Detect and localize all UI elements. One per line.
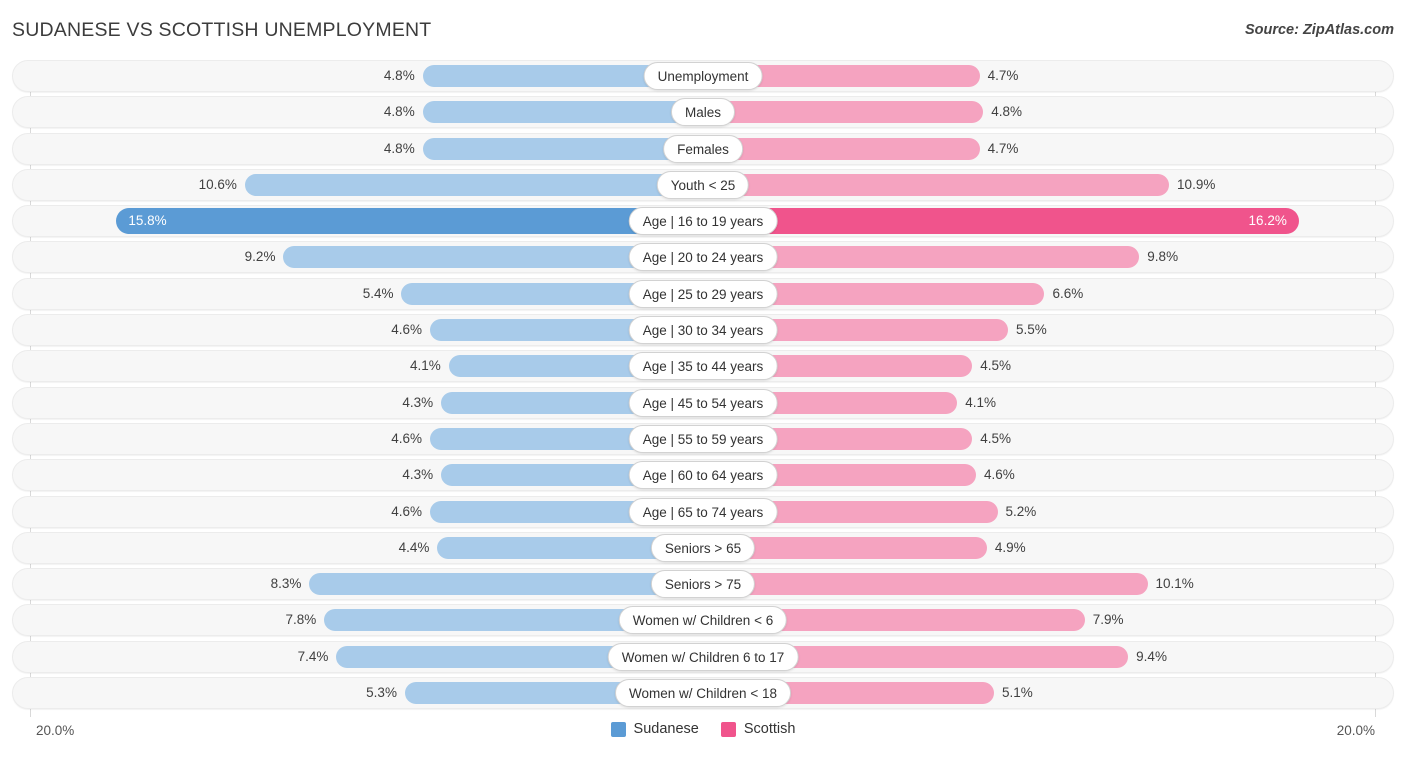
bar-sudanese bbox=[244, 173, 703, 196]
chart-row[interactable]: 7.4% 9.4% Women w/ Children 6 to 17 bbox=[0, 640, 1406, 673]
value-label-scottish: 5.5% bbox=[1015, 322, 1047, 338]
legend-swatch-icon bbox=[610, 721, 626, 737]
value-label-sudanese: 4.3% bbox=[402, 394, 434, 410]
bar-sudanese bbox=[422, 137, 703, 160]
category-label[interactable]: Women w/ Children < 18 bbox=[615, 679, 791, 708]
category-label[interactable]: Females bbox=[663, 134, 743, 163]
category-label[interactable]: Age | 30 to 34 years bbox=[628, 316, 778, 345]
category-label[interactable]: Seniors > 75 bbox=[650, 570, 756, 599]
value-label-scottish: 4.6% bbox=[983, 467, 1015, 483]
value-label-sudanese: 5.4% bbox=[362, 285, 394, 301]
value-label-scottish: 10.1% bbox=[1155, 576, 1194, 592]
page-title: SUDANESE VS SCOTTISH UNEMPLOYMENT bbox=[12, 19, 432, 41]
value-label-scottish: 16.2% bbox=[1248, 213, 1287, 229]
chart-row[interactable]: 7.8% 7.9% Women w/ Children < 6 bbox=[0, 604, 1406, 637]
chart-row[interactable]: 5.4% 6.6% Age | 25 to 29 years bbox=[0, 277, 1406, 310]
chart-row[interactable]: 4.6% 4.5% Age | 55 to 59 years bbox=[0, 422, 1406, 455]
bar-sudanese bbox=[422, 101, 703, 124]
legend-swatch-icon bbox=[720, 721, 736, 737]
value-label-scottish: 5.1% bbox=[1002, 685, 1033, 701]
value-label-sudanese: 4.3% bbox=[402, 467, 434, 483]
legend-label: Sudanese bbox=[633, 721, 699, 737]
category-label[interactable]: Age | 35 to 44 years bbox=[628, 352, 778, 381]
value-label-scottish: 4.8% bbox=[991, 104, 1023, 120]
legend-item[interactable]: Sudanese bbox=[610, 721, 699, 737]
chart-legend: Sudanese Scottish bbox=[0, 721, 1406, 737]
category-label[interactable]: Women w/ Children 6 to 17 bbox=[607, 642, 799, 671]
value-label-scottish: 6.6% bbox=[1052, 285, 1084, 301]
chart-row[interactable]: 8.3% 10.1% Seniors > 75 bbox=[0, 568, 1406, 601]
category-label[interactable]: Youth < 25 bbox=[656, 170, 750, 199]
chart-row[interactable]: 4.4% 4.9% Seniors > 65 bbox=[0, 531, 1406, 564]
chart-row[interactable]: 15.8% 16.2% Age | 16 to 19 years bbox=[0, 205, 1406, 238]
category-label[interactable]: Age | 65 to 74 years bbox=[628, 497, 778, 526]
value-label-sudanese: 4.8% bbox=[383, 68, 415, 83]
value-label-sudanese: 4.6% bbox=[391, 503, 422, 519]
value-label-sudanese: 7.8% bbox=[285, 612, 317, 628]
value-label-scottish: 9.8% bbox=[1147, 249, 1179, 265]
value-label-sudanese: 4.4% bbox=[398, 539, 430, 555]
chart-plot-area: 4.8% 4.7% Unemployment 4.8% 4.8% Males 4.8% 4.7… bbox=[0, 60, 1406, 717]
chart-row[interactable]: 4.6% 5.2% Age | 65 to 74 years bbox=[0, 495, 1406, 528]
category-label[interactable]: Age | 60 to 64 years bbox=[628, 461, 778, 490]
value-label-sudanese: 4.6% bbox=[391, 322, 422, 338]
category-label[interactable]: Age | 45 to 54 years bbox=[628, 388, 778, 417]
value-label-scottish: 9.4% bbox=[1136, 648, 1167, 664]
value-label-sudanese: 10.6% bbox=[198, 176, 237, 192]
chart-row[interactable]: 4.8% 4.7% Females bbox=[0, 132, 1406, 165]
bar-scottish bbox=[703, 173, 1170, 196]
value-label-sudanese: 5.3% bbox=[366, 685, 397, 701]
value-label-sudanese: 4.8% bbox=[383, 140, 415, 156]
chart-footer: 20.0% 20.0% Sudanese Scottish bbox=[0, 717, 1406, 757]
chart-rows: 4.8% 4.7% Unemployment 4.8% 4.8% Males 4.8% 4.7… bbox=[0, 60, 1406, 713]
category-label[interactable]: Age | 16 to 19 years bbox=[628, 207, 778, 236]
chart-row[interactable]: 4.8% 4.7% Unemployment bbox=[0, 60, 1406, 92]
chart-row[interactable]: 10.6% 10.9% Youth < 25 bbox=[0, 168, 1406, 201]
bar-scottish bbox=[703, 137, 980, 160]
value-label-sudanese: 4.8% bbox=[383, 104, 415, 120]
category-label[interactable]: Age | 20 to 24 years bbox=[628, 243, 778, 272]
source-attribution: Source: ZipAtlas.com bbox=[1244, 22, 1394, 38]
chart-row[interactable]: 4.1% 4.5% Age | 35 to 44 years bbox=[0, 350, 1406, 383]
value-label-sudanese: 4.6% bbox=[391, 430, 422, 446]
bar-sudanese bbox=[309, 573, 703, 596]
value-label-scottish: 4.5% bbox=[980, 358, 1012, 374]
value-label-scottish: 4.7% bbox=[987, 140, 1019, 156]
value-label-scottish: 4.7% bbox=[987, 68, 1019, 83]
value-label-scottish: 7.9% bbox=[1092, 612, 1124, 628]
chart-row[interactable]: 4.3% 4.1% Age | 45 to 54 years bbox=[0, 386, 1406, 419]
value-label-scottish: 4.9% bbox=[994, 539, 1026, 555]
chart-row[interactable]: 4.6% 5.5% Age | 30 to 34 years bbox=[0, 314, 1406, 347]
value-label-scottish: 10.9% bbox=[1177, 176, 1216, 192]
legend-item[interactable]: Scottish bbox=[720, 721, 796, 737]
category-label[interactable]: Women w/ Children < 6 bbox=[618, 606, 788, 635]
category-label[interactable]: Males bbox=[670, 98, 736, 127]
chart-row[interactable]: 4.3% 4.6% Age | 60 to 64 years bbox=[0, 459, 1406, 492]
chart-row[interactable]: 4.8% 4.8% Males bbox=[0, 96, 1406, 129]
legend-label: Scottish bbox=[743, 721, 796, 737]
bar-scottish bbox=[703, 101, 984, 124]
category-label[interactable]: Seniors > 65 bbox=[650, 533, 756, 562]
value-label-sudanese: 8.3% bbox=[270, 576, 302, 592]
value-label-sudanese: 15.8% bbox=[128, 213, 167, 229]
chart-header: SUDANESE VS SCOTTISH UNEMPLOYMENT Source… bbox=[0, 0, 1406, 60]
value-label-scottish: 4.1% bbox=[965, 394, 996, 410]
category-label[interactable]: Age | 55 to 59 years bbox=[628, 424, 778, 453]
category-label[interactable]: Age | 25 to 29 years bbox=[628, 279, 778, 308]
value-label-sudanese: 9.2% bbox=[244, 249, 276, 265]
chart-row[interactable]: 9.2% 9.8% Age | 20 to 24 years bbox=[0, 241, 1406, 274]
category-label[interactable]: Unemployment bbox=[643, 62, 763, 90]
value-label-scottish: 5.2% bbox=[1005, 503, 1037, 519]
value-label-sudanese: 4.1% bbox=[410, 358, 441, 374]
bar-scottish bbox=[703, 573, 1148, 596]
value-label-sudanese: 7.4% bbox=[297, 648, 329, 664]
value-label-scottish: 4.5% bbox=[980, 430, 1012, 446]
chart-row[interactable]: 5.3% 5.1% Women w/ Children < 18 bbox=[0, 677, 1406, 710]
